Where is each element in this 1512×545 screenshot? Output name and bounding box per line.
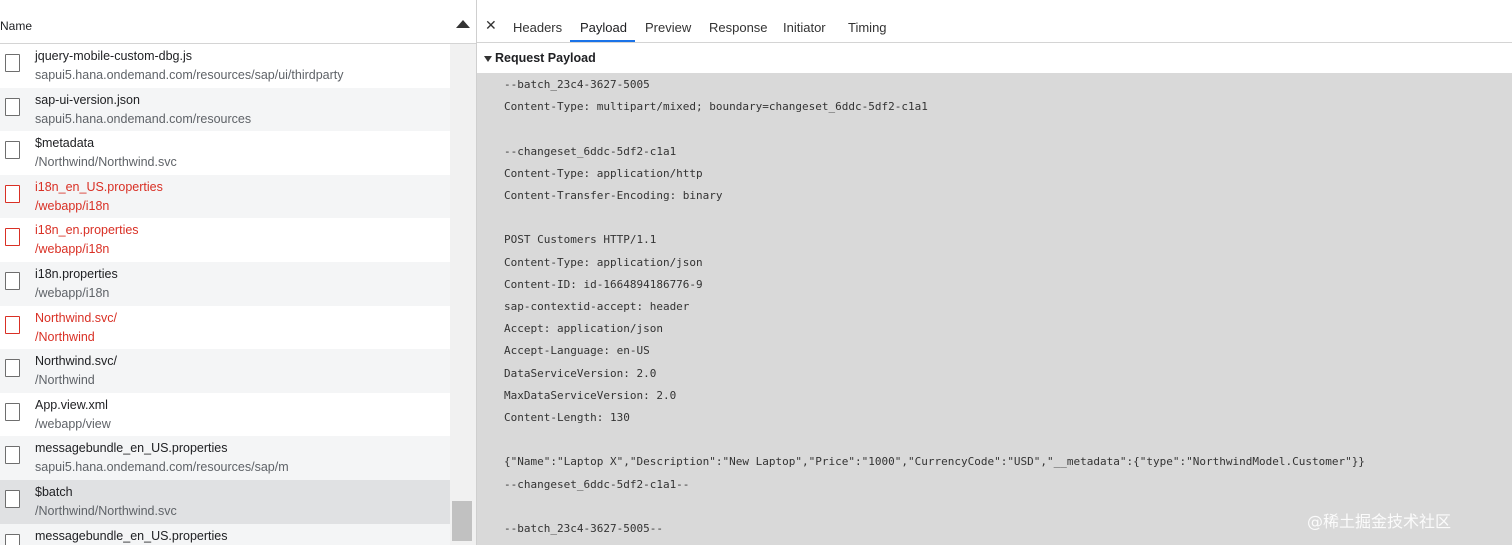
payload-source[interactable]: --batch_23c4-3627-5005 Content-Type: mult…	[477, 73, 1512, 545]
file-icon	[5, 489, 20, 508]
request-path: sapui5.hana.ondemand.com/resources	[35, 111, 252, 126]
active-tab-indicator	[570, 40, 635, 42]
file-icon	[5, 97, 20, 116]
request-payload-section-header[interactable]: Request Payload	[477, 50, 1512, 70]
file-icon	[5, 271, 20, 290]
payload-line: {"Name":"Laptop X","Description":"New La…	[504, 455, 1365, 469]
request-row[interactable]: jquery-mobile-custom-dbg.js sapui5.hana.o…	[0, 44, 450, 88]
tab-response[interactable]: Response	[709, 20, 768, 35]
request-name: $batch	[35, 484, 73, 499]
details-tab-bar: ✕ Headers Payload Preview Response Initi…	[477, 9, 1512, 43]
name-column-header[interactable]: Name	[0, 9, 476, 44]
request-row[interactable]: i18n.properties/webapp/i18n	[0, 261, 450, 306]
file-icon	[5, 141, 20, 160]
tab-headers[interactable]: Headers	[513, 20, 562, 35]
request-name: i18n_en_US.properties	[35, 179, 163, 194]
name-column-label: Name	[0, 19, 33, 33]
request-path: sapui5.hana.ondemand.com/resources/sap/m	[35, 460, 289, 475]
payload-line: --batch_23c4-3627-5005	[504, 78, 650, 91]
request-name: i18n.properties	[35, 266, 118, 281]
request-name: Northwind.svc/	[35, 354, 117, 369]
request-name: i18n_en.properties	[35, 223, 139, 238]
file-icon	[5, 533, 20, 545]
sort-ascending-icon[interactable]	[456, 20, 470, 28]
file-icon	[5, 315, 20, 334]
payload-line: Content-Length: 130	[504, 411, 630, 424]
payload-line: Accept-Language: en-US	[504, 344, 650, 358]
request-name: $metadata	[35, 136, 95, 151]
request-name: messagebundle_en_US.properties	[35, 441, 228, 456]
request-row[interactable]: App.view.xml/webapp/view	[0, 393, 450, 437]
request-row[interactable]: i18n_en.properties/webapp/i18n	[0, 218, 450, 262]
watermark: @稀土掘金技术社区	[1307, 512, 1452, 531]
file-icon	[5, 446, 20, 465]
payload-line: --changeset_6ddc-5df2-c1a1	[504, 144, 677, 158]
request-path: sapui5.hana.ondemand.com/resources/sap/u…	[35, 68, 344, 82]
scrollbar-thumb[interactable]	[452, 501, 472, 541]
request-row[interactable]: messagebundle_en_US.properties	[0, 523, 450, 545]
request-row[interactable]: Northwind.svc/ /Northwind	[0, 306, 450, 350]
payload-line: --batch_23c4-3627-5005--	[504, 522, 663, 535]
file-icon	[5, 359, 20, 378]
payload-line: --changeset_6ddc-5df2-c1a1--	[504, 477, 690, 491]
payload-line: Content-Type: application/json	[504, 255, 703, 269]
payload-line: sap-contextid-accept: header	[504, 300, 690, 313]
request-row[interactable]: i18n_en_US.properties/webapp/i18n	[0, 174, 450, 219]
details-pane: ✕ Headers Payload Preview Response Initi…	[477, 0, 1512, 545]
payload-line: Accept: application/json	[504, 322, 663, 336]
request-path: /Northwind	[35, 373, 95, 388]
payload-line: MaxDataServiceVersion: 2.0	[504, 388, 677, 402]
tab-initiator[interactable]: Initiator	[783, 20, 826, 35]
file-icon	[5, 402, 20, 421]
request-row[interactable]: messagebundle_en_US.properties sapui5.han…	[0, 436, 450, 480]
tab-preview[interactable]: Preview	[645, 20, 691, 35]
request-list-pane: Name jquery-mobile-custom-dbg.js sapui5.h…	[0, 0, 477, 545]
request-path: /webapp/i18n	[35, 285, 110, 300]
file-icon	[5, 54, 20, 72]
payload-line: Content-ID: id-1664894186776-9	[504, 277, 703, 291]
payload-line: Content-Transfer-Encoding: binary	[504, 189, 723, 202]
section-title: Request Payload	[495, 51, 596, 65]
tab-payload[interactable]: Payload	[580, 20, 627, 35]
close-icon[interactable]: ✕	[485, 18, 497, 32]
request-row[interactable]: Northwind.svc/ /Northwind	[0, 349, 450, 393]
request-path: /webapp/i18n	[35, 242, 110, 257]
payload-line: DataServiceVersion: 2.0	[504, 366, 657, 380]
request-row[interactable]: $batch/Northwind/Northwind.svc	[0, 479, 450, 524]
request-name: Northwind.svc/	[35, 310, 117, 325]
request-path: /Northwind/Northwind.svc	[35, 503, 177, 518]
payload-line: Content-Type: multipart/mixed; boundary=…	[504, 100, 928, 114]
triangle-down-icon[interactable]	[484, 56, 492, 62]
request-name: messagebundle_en_US.properties	[35, 528, 228, 543]
request-path: /webapp/view	[35, 416, 111, 431]
file-icon	[5, 228, 20, 247]
request-row[interactable]: $metadata/Northwind/Northwind.svc	[0, 131, 450, 175]
request-path: /Northwind	[35, 329, 95, 344]
payload-line: Content-Type: application/http	[504, 166, 703, 180]
file-icon	[5, 184, 20, 203]
scrollbar-track[interactable]	[450, 44, 476, 545]
request-row[interactable]: sap-ui-version.json sapui5.hana.ondemand.…	[0, 87, 450, 132]
request-path: /webapp/i18n	[35, 198, 110, 213]
tab-timing[interactable]: Timing	[848, 20, 887, 35]
request-name: App.view.xml	[35, 397, 108, 412]
request-path: /Northwind/Northwind.svc	[35, 155, 177, 170]
request-name: jquery-mobile-custom-dbg.js	[35, 49, 193, 63]
payload-line: POST Customers HTTP/1.1	[504, 233, 657, 247]
request-rows: jquery-mobile-custom-dbg.js sapui5.hana.o…	[0, 44, 450, 545]
request-name: sap-ui-version.json	[35, 92, 140, 107]
